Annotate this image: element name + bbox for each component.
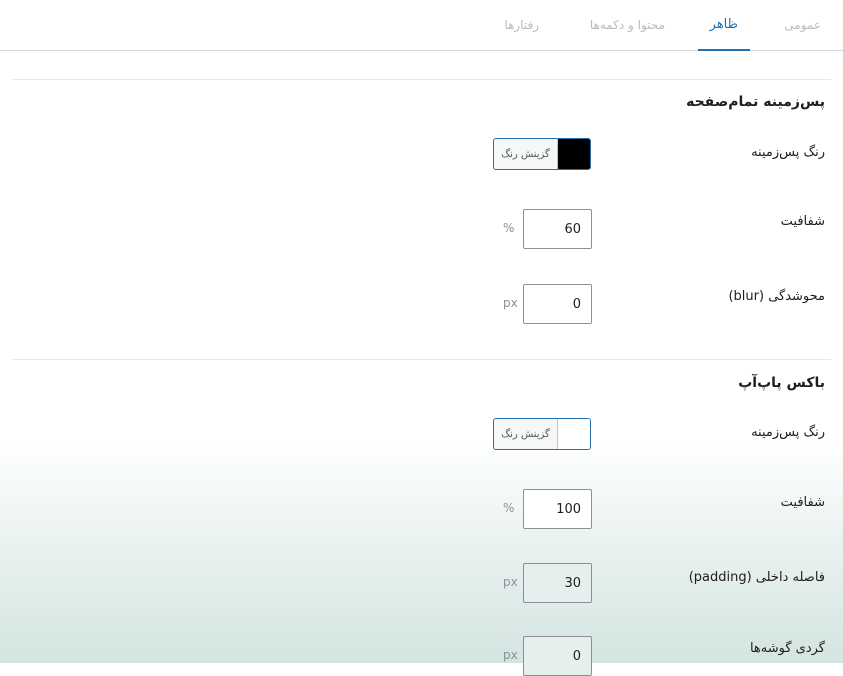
px-unit: px [503,296,518,310]
tab-general[interactable]: عمومی [784,0,821,50]
color-swatch [558,419,590,449]
color-picker-label: گزینش رنگ [494,139,558,169]
percent-unit: % [503,501,515,515]
tab-behaviors[interactable]: رفتارها [504,0,539,50]
color-picker-label: گزینش رنگ [494,419,558,449]
tab-content-buttons[interactable]: محتوا و دکمه‌ها [590,0,665,50]
popup-padding-input[interactable] [523,563,592,603]
popup-section-title: باکس پاپ‌آپ [738,375,825,391]
overlay-color-picker-button[interactable]: گزینش رنگ [493,138,591,170]
popup-color-picker-button[interactable]: گزینش رنگ [493,418,591,450]
settings-tabs: عمومی ظاهر محتوا و دکمه‌ها رفتارها [0,0,843,51]
section-divider [12,79,831,80]
popup-bg-color-label: رنگ پس‌زمینه [751,425,825,440]
tab-appearance[interactable]: ظاهر [697,0,751,51]
popup-radius-label: گردی گوشه‌ها [749,641,825,656]
percent-unit: % [503,221,515,235]
overlay-opacity-input[interactable] [523,209,592,249]
popup-opacity-input[interactable] [523,489,592,529]
color-swatch [558,139,590,169]
popup-radius-input[interactable] [523,636,592,676]
px-unit: px [503,648,518,662]
bottom-gradient-fade [0,440,843,663]
overlay-blur-label: محوشدگی (blur) [728,289,825,304]
section-divider [12,359,831,360]
popup-opacity-label: شفافیت [780,495,825,510]
overlay-blur-input[interactable] [523,284,592,324]
px-unit: px [503,575,518,589]
overlay-opacity-label: شفافیت [780,214,825,229]
overlay-bg-color-label: رنگ پس‌زمینه [751,145,825,160]
overlay-section-title: پس‌زمینه تمام‌صفحه [686,94,825,110]
popup-padding-label: فاصله داخلی (padding) [688,570,825,585]
